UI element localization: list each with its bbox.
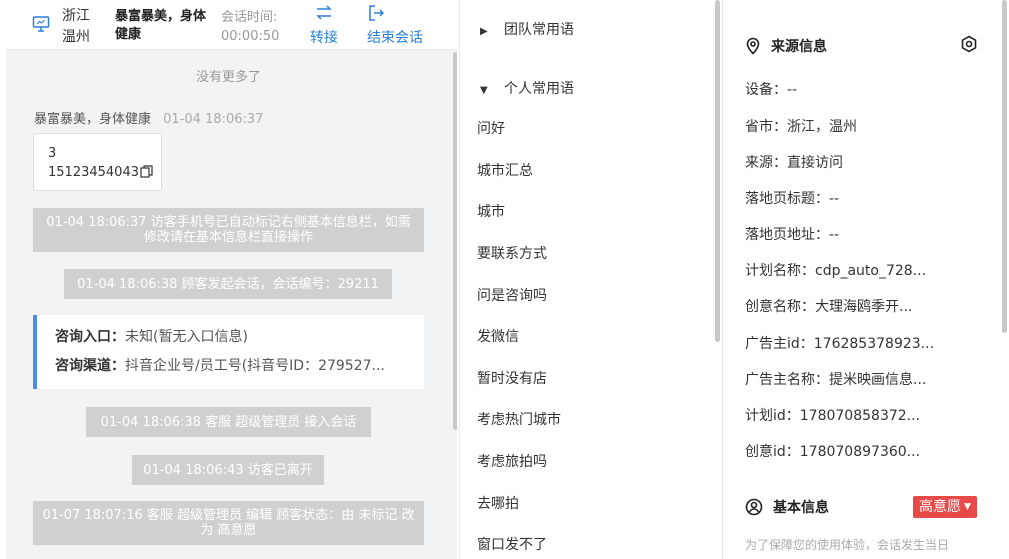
quick-reply-item[interactable]: 问是咨询吗	[477, 285, 547, 305]
caret-right-icon: ▶	[480, 26, 488, 37]
info-panel-scrollbar[interactable]	[1002, 0, 1007, 333]
chat-messages: 没有更多了 暴富暴美，身体健康 01-04 18:06:37 3 1512345…	[6, 50, 457, 559]
consult-entry-label: 咨询入口：	[55, 329, 125, 345]
quick-reply-item[interactable]: 问好	[477, 118, 505, 138]
personal-phrases-label: 个人常用语	[504, 81, 574, 97]
transfer-label: 转接	[310, 30, 338, 46]
info-field: 创意名称：大理海鸥季开...	[745, 299, 913, 315]
info-field: 落地页地址：--	[745, 227, 840, 243]
message-bubble: 3 15123454043	[33, 133, 162, 191]
source-info-title: 来源信息	[771, 39, 827, 55]
session-time: 00:00:50	[221, 29, 280, 44]
settings-icon[interactable]	[960, 35, 978, 57]
quick-replies-scrollbar[interactable]	[715, 0, 720, 342]
personal-phrases-group[interactable]: ▼ 个人常用语	[480, 78, 574, 98]
transfer-button[interactable]: 转接	[310, 4, 338, 47]
info-field: 计划名称：cdp_auto_728...	[745, 263, 927, 279]
intent-status-dropdown[interactable]: 高意愿 ▼	[913, 496, 977, 518]
session-time-label: 会话时间:	[221, 10, 278, 25]
system-message: 01-04 18:06:43 访客已离开	[132, 455, 324, 485]
source-info-header: 来源信息	[745, 36, 827, 56]
quick-replies-panel: ▶ 团队常用语 ▼ 个人常用语 问好 城市汇总 城市 要联系方式 问是咨询吗 发微信…	[459, 0, 720, 559]
monitor-icon	[32, 15, 50, 37]
consult-channel-label: 咨询渠道：	[55, 358, 125, 374]
system-message: 01-04 18:06:38 顾客发起会话，会话编号：29211	[64, 269, 392, 299]
user-circle-icon	[745, 498, 763, 516]
visitor-name: 暴富暴美，身体健康	[115, 9, 207, 42]
basic-info-header: 基本信息	[745, 497, 829, 517]
info-field: 来源：直接访问	[745, 155, 843, 171]
message-line: 3	[48, 146, 57, 161]
quick-reply-item[interactable]: 城市	[477, 201, 505, 221]
quick-reply-item[interactable]: 暂时没有店	[477, 368, 547, 388]
info-field: 创意id：178070897360...	[745, 444, 921, 460]
notice-text: 为了保障您的使用体验，会话发生当日	[745, 538, 950, 552]
system-message: 01-07 18:07:16 客服 超级管理员 编辑 顾客状态：由 未标记 改为…	[33, 501, 424, 545]
chat-scrollbar[interactable]	[453, 52, 457, 430]
info-field: 省市：浙江，温州	[745, 119, 857, 135]
consult-channel-value: 抖音企业号/员工号(抖音号ID：279527...	[125, 358, 385, 374]
quick-reply-item[interactable]: 发微信	[477, 326, 519, 346]
system-message: 01-04 18:06:37 访客手机号已自动标记右侧基本信息栏，如需修改请在基…	[33, 208, 424, 252]
info-field: 设备：--	[745, 82, 798, 98]
chat-header: 浙江 温州 暴富暴美，身体健康 会话时间: 00:00:50 转接 结束会话	[6, 0, 457, 50]
team-phrases-label: 团队常用语	[504, 22, 574, 38]
consult-entry-value: 未知(暂无入口信息)	[125, 329, 248, 345]
system-message: 01-04 18:06:38 客服 超级管理员 接入会话	[86, 407, 371, 437]
info-field: 落地页标题：--	[745, 191, 840, 207]
message-meta: 暴富暴美，身体健康 01-04 18:06:37	[34, 108, 263, 127]
end-session-button[interactable]: 结束会话	[367, 4, 423, 47]
info-field: 广告主id：176285378923...	[745, 336, 935, 352]
quick-reply-item[interactable]: 考虑旅拍吗	[477, 451, 547, 471]
message-phone: 15123454043	[48, 165, 139, 180]
visitor-info-panel: 来源信息 设备：-- 省市：浙江，温州 来源：直接访问 落地页标题：-- 落地页…	[722, 0, 1009, 559]
basic-info-title: 基本信息	[773, 500, 829, 516]
chat-panel: 浙江 温州 暴富暴美，身体健康 会话时间: 00:00:50 转接 结束会话 没…	[6, 0, 457, 559]
copy-icon[interactable]	[140, 165, 153, 184]
info-field: 广告主名称：提米映画信息...	[745, 372, 927, 388]
team-phrases-group[interactable]: ▶ 团队常用语	[480, 19, 574, 39]
info-field: 计划id：178070858372...	[745, 408, 921, 424]
message-time: 01-04 18:06:37	[163, 112, 264, 127]
intent-status-label: 高意愿	[919, 499, 961, 515]
end-session-label: 结束会话	[367, 30, 423, 46]
no-more-text: 没有更多了	[195, 70, 261, 85]
quick-reply-item[interactable]: 去哪拍	[477, 493, 519, 513]
exit-icon	[367, 4, 423, 24]
quick-reply-item[interactable]: 窗口发不了	[477, 534, 547, 554]
caret-down-icon: ▼	[480, 85, 488, 96]
caret-down-icon: ▼	[964, 502, 971, 512]
quick-reply-item[interactable]: 要联系方式	[477, 243, 547, 263]
location-pin-icon	[746, 37, 760, 55]
quick-reply-item[interactable]: 城市汇总	[477, 160, 533, 180]
message-sender: 暴富暴美，身体健康	[34, 112, 152, 127]
consult-info-card: 咨询入口：未知(暂无入口信息) 咨询渠道：抖音企业号/员工号(抖音号ID：279…	[33, 315, 424, 389]
transfer-icon	[310, 4, 338, 24]
quick-reply-item[interactable]: 考虑热门城市	[477, 409, 561, 429]
visitor-location: 浙江 温州	[62, 8, 90, 45]
